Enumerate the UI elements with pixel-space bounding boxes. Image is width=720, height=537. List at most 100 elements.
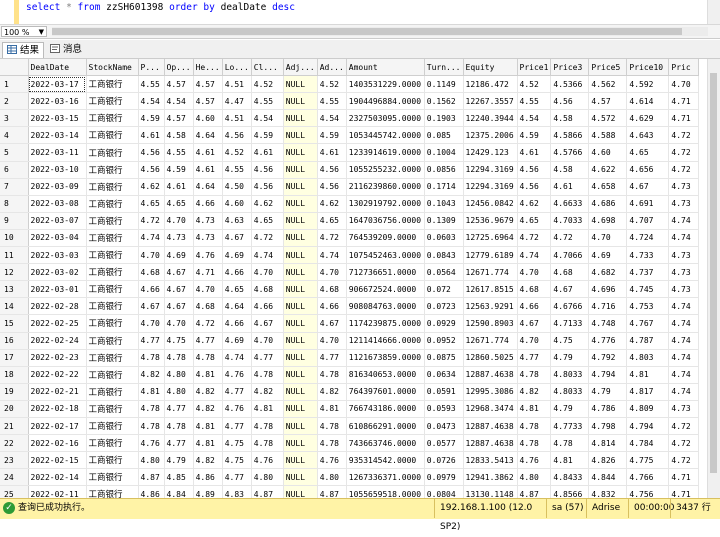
table-row[interactable]: 18 2022-02-22 工商银行 4.82 4.80 4.81 4.76 4.78 NULL… (0, 366, 700, 384)
grid-cell[interactable]: 4.86 (193, 468, 223, 487)
grid-cell[interactable]: 4.56 (251, 178, 284, 196)
table-row[interactable]: 2 2022-03-16 工商银行 4.54 4.54 4.57 4.47 4.55 NULL 4… (0, 92, 700, 111)
grid-cell[interactable]: 2022-03-01 (28, 280, 87, 299)
grid-cell[interactable]: 2022-03-02 (28, 263, 87, 282)
grid-cell[interactable]: 4.67 (164, 280, 194, 299)
grid-cell[interactable]: 4.78 (251, 417, 284, 436)
grid-cell[interactable]: 2022-03-08 (28, 195, 87, 213)
grid-cell[interactable]: 4.60 (222, 195, 252, 213)
grid-cell[interactable]: 4.78 (251, 366, 284, 384)
grid-cell[interactable]: 4.63 (222, 212, 252, 230)
table-row[interactable]: 19 2022-02-21 工商银行 4.81 4.80 4.82 4.77 4.82 NULL… (0, 383, 700, 401)
grid-cell[interactable]: 工商银行 (86, 417, 139, 436)
grid-cell[interactable]: 4.792 (588, 349, 628, 367)
grid-cell[interactable]: 4.59 (138, 109, 165, 128)
grid-cell[interactable]: 4.70 (668, 75, 700, 94)
zoom-select[interactable]: 100 % ▼ (1, 26, 47, 37)
table-row[interactable]: 20 2022-02-18 工商银行 4.78 4.77 4.82 4.76 4.81 NULL… (0, 400, 700, 418)
grid-cell[interactable]: 0.1562 (424, 92, 464, 111)
grid-cell[interactable]: 2022-02-14 (28, 468, 87, 487)
grid-cell[interactable]: 4.77 (164, 400, 194, 418)
grid-cell[interactable]: NULL (283, 195, 318, 213)
grid-cell[interactable]: 4.70 (251, 263, 284, 282)
column-header[interactable]: Price10 (626, 59, 670, 77)
grid-cell[interactable]: 0.0952 (424, 332, 464, 350)
grid-cell[interactable]: 4.61 (550, 178, 590, 196)
grid-cell[interactable]: 4.74 (317, 246, 347, 265)
grid-cell[interactable]: 4.51 (222, 109, 252, 128)
grid-cell[interactable]: 1647036756.0000 (346, 212, 425, 230)
grid-cell[interactable]: 4.64 (193, 178, 223, 196)
grid-cell[interactable]: NULL (283, 246, 318, 265)
grid-cell[interactable]: 4.72 (517, 229, 552, 248)
row-number-header[interactable] (0, 59, 29, 77)
grid-cell[interactable]: 4.81 (626, 366, 670, 384)
row-number[interactable]: 9 (0, 212, 29, 230)
grid-cell[interactable]: 4.65 (251, 212, 284, 230)
grid-cell[interactable]: 4.65 (164, 195, 194, 213)
grid-cell[interactable]: 4.67 (138, 297, 165, 316)
grid-cell[interactable]: 工商银行 (86, 126, 139, 145)
table-row[interactable]: 16 2022-02-24 工商银行 4.77 4.75 4.77 4.69 4.70 NULL… (0, 332, 700, 350)
grid-cell[interactable]: 4.78 (317, 434, 347, 453)
grid-cell[interactable]: 工商银行 (86, 75, 139, 94)
grid-cell[interactable]: 4.74 (668, 349, 700, 367)
grid-cell[interactable]: 4.80 (138, 451, 165, 470)
grid-cell[interactable]: 4.794 (626, 417, 670, 436)
grid-cell[interactable]: 2022-03-15 (28, 109, 87, 128)
grid-cell[interactable]: 4.55 (138, 75, 165, 94)
grid-cell[interactable]: 0.0634 (424, 366, 464, 384)
grid-cell[interactable]: 4.56 (138, 161, 165, 179)
grid-cell[interactable]: 4.643 (626, 126, 670, 145)
grid-cell[interactable]: 4.70 (317, 332, 347, 350)
grid-cell[interactable]: 1053445742.0000 (346, 126, 425, 145)
grid-cell[interactable]: 4.72 (550, 229, 590, 248)
grid-cell[interactable]: 1403531229.0000 (346, 75, 425, 94)
grid-cell[interactable]: 4.54 (138, 92, 165, 111)
column-header[interactable]: Amount (346, 59, 425, 77)
grid-cell[interactable]: 4.724 (626, 229, 670, 248)
grid-cell[interactable]: 4.71 (668, 485, 700, 498)
grid-cell[interactable]: 4.832 (588, 485, 628, 498)
grid-cell[interactable]: 0.1903 (424, 109, 464, 128)
row-number[interactable]: 19 (0, 383, 29, 401)
grid-cell[interactable]: 4.54 (251, 109, 284, 128)
grid-cell[interactable]: 4.737 (626, 263, 670, 282)
grid-cell[interactable]: 4.47 (222, 92, 252, 111)
grid-cell[interactable]: 764397601.0000 (346, 383, 425, 401)
table-row[interactable]: 22 2022-02-16 工商银行 4.76 4.77 4.81 4.75 4.78 NULL… (0, 434, 700, 453)
grid-cell[interactable]: 4.76 (251, 451, 284, 470)
grid-cell[interactable]: 4.733 (626, 246, 670, 265)
editor-vertical-scrollbar[interactable] (707, 0, 720, 24)
grid-cell[interactable]: 766743186.0000 (346, 400, 425, 418)
grid-cell[interactable]: 4.809 (626, 400, 670, 418)
grid-cell[interactable]: 4.72 (668, 161, 700, 179)
grid-cell[interactable]: 4.73 (668, 263, 700, 282)
grid-cell[interactable]: 4.73 (668, 280, 700, 299)
grid-cell[interactable]: 0.0593 (424, 400, 464, 418)
grid-cell[interactable]: 4.78 (138, 417, 165, 436)
grid-cell[interactable]: NULL (283, 280, 318, 299)
column-header[interactable]: Equity (463, 59, 518, 77)
table-row[interactable]: 8 2022-03-08 工商银行 4.65 4.65 4.66 4.60 4.62 NULL 4… (0, 195, 700, 213)
grid-cell[interactable]: 1055659518.0000 (346, 485, 425, 498)
grid-cell[interactable]: 12294.3169 (463, 161, 518, 179)
grid-cell[interactable]: 4.70 (138, 314, 165, 333)
grid-cell[interactable]: 816340653.0000 (346, 366, 425, 384)
grid-cell[interactable]: 12590.8903 (463, 314, 518, 333)
grid-cell[interactable]: 4.76 (222, 400, 252, 418)
grid-cell[interactable]: NULL (283, 417, 318, 436)
grid-cell[interactable]: 4.76 (317, 451, 347, 470)
row-number[interactable]: 17 (0, 349, 29, 367)
grid-cell[interactable]: 4.70 (517, 332, 552, 350)
grid-cell[interactable]: 12887.4638 (463, 366, 518, 384)
grid-cell[interactable]: 4.59 (251, 126, 284, 145)
table-row[interactable]: 7 2022-03-09 工商银行 4.62 4.61 4.64 4.50 4.56 NULL 4… (0, 178, 700, 196)
column-header[interactable]: StockName (86, 59, 139, 77)
grid-cell[interactable]: 4.686 (588, 195, 628, 213)
grid-cell[interactable]: 4.76 (193, 246, 223, 265)
grid-cell[interactable]: 工商银行 (86, 400, 139, 418)
grid-cell[interactable]: 4.784 (626, 434, 670, 453)
grid-cell[interactable]: 4.52 (222, 143, 252, 162)
grid-cell[interactable]: 4.66 (517, 297, 552, 316)
